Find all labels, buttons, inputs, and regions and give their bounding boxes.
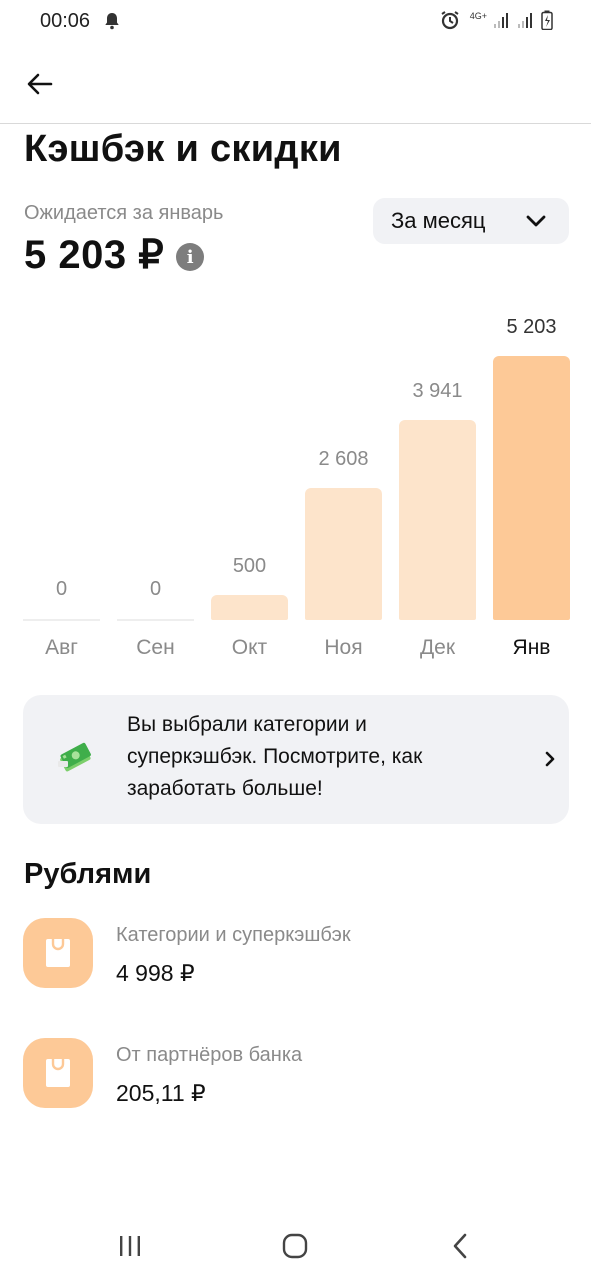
page-title: Кэшбэк и скидки [24, 128, 342, 170]
bar-value-label: 0 [55, 578, 68, 600]
period-select[interactable]: За месяц [373, 198, 569, 244]
signal-icon-2 [518, 13, 532, 28]
bar [211, 594, 288, 620]
bar-value-label: 0 [149, 578, 162, 600]
bar-month-label: Янв [512, 636, 551, 659]
bar-month-label: Сен [136, 636, 175, 659]
expected-label: Ожидается за январь [24, 202, 224, 224]
status-icons: 4G+ [440, 10, 553, 30]
shopping-bag-icon [23, 918, 93, 988]
back-button[interactable] [22, 66, 58, 102]
chevron-down-icon [526, 215, 546, 227]
item-amount: 205,11 ₽ [116, 1080, 206, 1106]
recent-apps-icon[interactable] [118, 1234, 142, 1258]
header-divider [0, 123, 591, 124]
period-label: За месяц [391, 208, 486, 233]
network-type: 4G+ [469, 11, 487, 21]
alarm-icon [441, 11, 459, 30]
status-time: 00:06 [40, 10, 91, 32]
bar-value-label: 500 [232, 554, 267, 577]
item-amount: 4 998 ₽ [116, 960, 195, 986]
item-title: Категории и суперкэшбэк [116, 924, 351, 946]
battery-icon [541, 10, 553, 30]
bar-column[interactable]: 3 941 Дек [399, 300, 476, 680]
signal-icon [494, 13, 508, 28]
bar-value-label: 2 608 [318, 447, 369, 470]
bar-month-label: Окт [231, 636, 268, 659]
item-title: От партнёров банка [116, 1044, 303, 1066]
amount-row: 5 203 ₽ i [24, 232, 205, 278]
notification-bell-icon [105, 13, 119, 30]
bar-column[interactable]: 0 Сен [117, 300, 194, 680]
promo-card[interactable]: Вы выбрали категории и суперкэшбэк. Посм… [23, 695, 569, 824]
cashback-bar-chart: 0 Авг 0 Сен 500 Окт 2 608 Ноя 3 941 Дек 5 203 Янв [0, 300, 591, 680]
bar-value-label: 5 203 [506, 316, 557, 338]
expected-amount: 5 203 ₽ [24, 233, 165, 277]
info-icon[interactable]: i [176, 243, 205, 271]
list-item-partners[interactable]: От партнёров банка 205,11 ₽ [0, 1038, 591, 1128]
bar-column[interactable]: 0 Авг [23, 300, 100, 680]
bar-baseline [117, 619, 194, 621]
promo-text: Вы выбрали категории и суперкэшбэк. Посм… [127, 713, 423, 800]
bar-month-label: Ноя [324, 636, 363, 659]
status-bar: 00:06 4G+ [0, 0, 591, 44]
bar [305, 487, 382, 620]
bar-value-label: 3 941 [412, 380, 463, 403]
bar-column[interactable]: 500 Окт [211, 300, 288, 680]
arrow-left-icon [27, 73, 53, 95]
bar-column[interactable]: 5 203 Янв [493, 300, 570, 680]
list-item-categories[interactable]: Категории и суперкэшбэк 4 998 ₽ [0, 918, 591, 1008]
nav-back-icon[interactable] [450, 1232, 470, 1260]
bar [399, 420, 476, 620]
bar-month-label: Дек [419, 636, 456, 659]
section-title-rubles: Рублями [24, 858, 152, 890]
home-icon[interactable] [281, 1232, 309, 1260]
bar-baseline [23, 619, 100, 621]
chevron-right-icon [545, 751, 555, 767]
system-nav-bar [0, 1214, 591, 1280]
bar [493, 356, 570, 620]
shopping-bag-icon [23, 1038, 93, 1108]
bar-column[interactable]: 2 608 Ноя [305, 300, 382, 680]
bar-month-label: Авг [45, 636, 78, 659]
money-icon [58, 742, 91, 772]
